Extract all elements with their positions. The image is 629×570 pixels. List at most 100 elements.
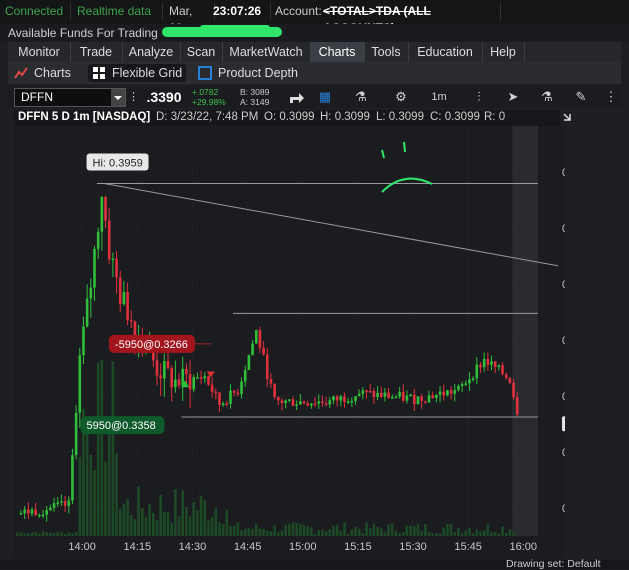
subtab-charts[interactable]: Charts (14, 64, 80, 82)
bid-ask: B: 3089 A: 3149 (240, 87, 269, 107)
candle-body (207, 376, 210, 385)
change-percent: +29.98% (192, 97, 226, 107)
price-chart[interactable]: 0.28 0.3 0.32 0.34 0.36 0.38 0.4 14:00 14:15 14:3… (14, 126, 602, 562)
volume-bar (30, 532, 34, 536)
volume-bar (357, 528, 361, 536)
menu-monitor[interactable]: Monitor (8, 42, 71, 62)
candle-body (185, 368, 188, 375)
symbol-input[interactable]: DFFN (14, 88, 126, 107)
volume-bar (361, 532, 365, 536)
volume-bar (354, 526, 357, 536)
volume-bar (409, 525, 412, 536)
x-tick-label: 16:00 (510, 541, 538, 553)
share-icon[interactable] (286, 88, 308, 106)
candle-body (118, 277, 122, 305)
volume-bar (398, 533, 401, 536)
cursor-icon[interactable]: ➤ (502, 88, 524, 106)
volume-bar (299, 523, 302, 536)
volume-bar (277, 532, 280, 536)
aggregation-selector[interactable]: 1m (428, 88, 450, 106)
candle-body (214, 391, 218, 394)
candle-body (512, 382, 515, 398)
candle-body (45, 510, 49, 515)
more-icon[interactable]: ⋮ (604, 88, 618, 106)
candle-body (420, 396, 423, 401)
candle-body (449, 390, 453, 394)
candle-body (394, 396, 398, 399)
menu-charts[interactable]: Charts (310, 42, 365, 62)
volume-bar (181, 490, 185, 536)
volume-bar (376, 526, 379, 536)
volume-bar (497, 533, 501, 536)
menu-analyze[interactable]: Analyze (122, 42, 181, 62)
volume-bar (508, 529, 512, 536)
candle-body (41, 514, 45, 517)
drawing-tools-icon[interactable]: ✎ (570, 88, 592, 106)
subtab-flexible-grid[interactable]: Flexible Grid (88, 64, 186, 82)
candlestick-chart-svg[interactable]: 0.28 0.3 0.32 0.34 0.36 0.38 0.4 14:00 14:15 14:3… (14, 126, 602, 559)
volume-bar (313, 533, 317, 536)
candle-body (262, 347, 265, 355)
volume-bar (262, 528, 265, 536)
candle-body (34, 509, 37, 516)
candle-body (317, 401, 321, 404)
candle-body (479, 364, 482, 368)
candle-body (159, 375, 162, 379)
candle-style-icon[interactable]: ⫶ (468, 88, 490, 106)
volume-bar (328, 529, 332, 536)
volume-bar (243, 528, 247, 536)
volume-bar (324, 531, 328, 536)
volume-bar (453, 532, 457, 536)
symbol-dropdown[interactable] (111, 89, 125, 106)
volume-bar (401, 532, 405, 536)
volume-bar (85, 417, 89, 536)
candle-body (475, 364, 479, 379)
candle-body (174, 379, 177, 388)
menu-trade[interactable]: Trade (70, 42, 123, 62)
candle-body (96, 231, 100, 249)
candle-body (126, 292, 129, 321)
menu-marketwatch[interactable]: MarketWatch (222, 42, 311, 62)
menu-help[interactable]: Help (482, 42, 525, 62)
candle-body (192, 377, 196, 390)
calendar-icon[interactable]: ▦ (314, 88, 336, 106)
volume-bar (63, 533, 67, 536)
menu-tools[interactable]: Tools (364, 42, 409, 62)
volume-bar (310, 527, 313, 536)
menu-education[interactable]: Education (408, 42, 483, 62)
x-tick-label: 15:00 (289, 541, 317, 553)
drawing-set-label[interactable]: Drawing set: Default (506, 558, 601, 570)
candle-body (350, 400, 354, 403)
collapse-icon[interactable] (560, 110, 588, 126)
candle-body (354, 396, 357, 401)
candle-body (277, 396, 280, 401)
flask-icon[interactable]: ⚗ (350, 88, 372, 106)
candle-body (247, 355, 251, 371)
account-selector[interactable]: <TOTAL>TDA (ALL ACCOUNTS) (318, 3, 501, 35)
lock-icon[interactable]: ⋮ (128, 88, 139, 106)
volume-bar (140, 508, 144, 536)
charts-subtabs: Charts Flexible Grid Product Depth (8, 62, 621, 84)
candle-body (438, 391, 442, 395)
doodle-eye-right (403, 141, 406, 153)
menu-scan[interactable]: Scan (180, 42, 223, 62)
candle-body (100, 196, 104, 232)
candle-body (383, 392, 387, 397)
studies-flask-icon[interactable]: ⚗ (536, 88, 558, 106)
volume-bar (232, 526, 236, 536)
volume-bar (196, 509, 199, 536)
volume-bar (188, 516, 192, 536)
depth-icon (198, 66, 212, 80)
volume-bar (486, 524, 490, 536)
candle-body (291, 399, 295, 406)
candle-body (170, 367, 173, 388)
candle-body (346, 401, 350, 403)
gear-icon[interactable]: ⚙ (390, 88, 412, 106)
candle-body (460, 384, 464, 386)
candle-body (232, 390, 236, 393)
ask-value: A: 3149 (240, 97, 270, 107)
subtab-product-depth[interactable]: Product Depth (198, 64, 308, 82)
candle-body (203, 376, 207, 379)
candle-body (486, 358, 490, 365)
x-tick-label: 15:45 (454, 541, 482, 553)
